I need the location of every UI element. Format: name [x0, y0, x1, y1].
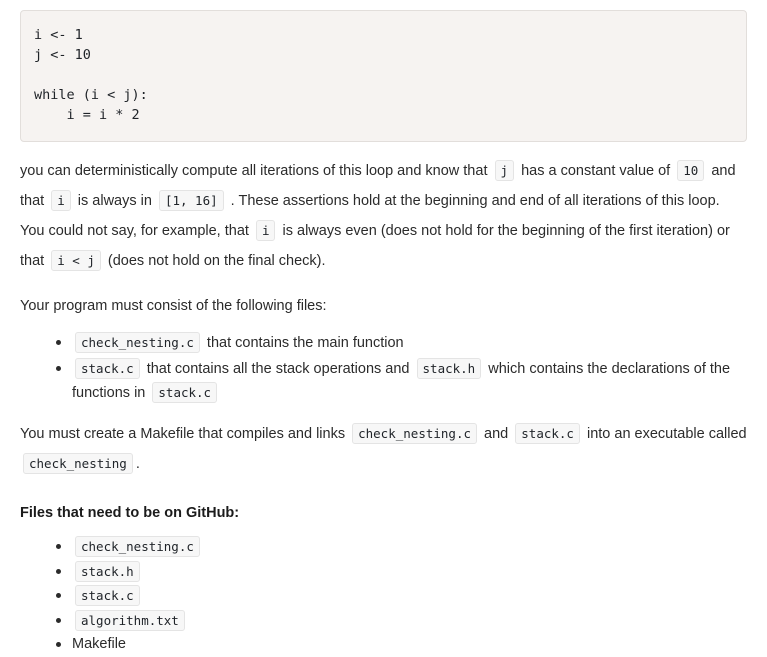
- list-item: stack.h: [56, 560, 747, 585]
- inline-code-i-2: i: [255, 220, 276, 241]
- document-body: i <- 1 j <- 10 while (i < j): i = i * 2 …: [0, 10, 767, 657]
- inline-code-i: i: [51, 190, 71, 211]
- inline-code-check-nesting: check_nesting: [23, 453, 133, 474]
- github-files-list: check_nesting.c stack.h stack.c algorith…: [20, 535, 747, 657]
- code-block-pseudocode: i <- 1 j <- 10 while (i < j): i = i * 2: [20, 10, 747, 142]
- github-files-heading: Files that need to be on GitHub:: [20, 505, 240, 521]
- inline-code-check-nesting-c: check_nesting.c: [75, 332, 200, 353]
- inline-code-file-2: stack.c: [75, 585, 140, 606]
- list-item: check_nesting.c: [56, 535, 747, 560]
- paragraph-text-segment: into an executable called: [586, 426, 747, 442]
- inline-code-file-3: algorithm.txt: [75, 609, 185, 631]
- inline-code-i-lt-j: i < j: [51, 250, 101, 271]
- paragraph-text-segment: You must create a Makefile that compiles…: [20, 426, 346, 442]
- paragraph-intro-files: Your program must consist of the followi…: [20, 298, 327, 314]
- paragraph-text-segment: you can deterministically compute all it…: [20, 163, 488, 179]
- inline-code-stack-c-3: stack.c: [515, 423, 580, 444]
- paragraph-text-segment: .: [135, 456, 140, 472]
- list-item: Makefile: [56, 633, 747, 657]
- inline-code-stack-h: stack.h: [416, 358, 482, 379]
- inline-code-range: [1, 16]: [158, 190, 224, 211]
- inline-code-j: j: [494, 160, 515, 181]
- code-block-content: i <- 1 j <- 10 while (i < j): i = i * 2: [34, 27, 148, 123]
- list-item: check_nesting.c that contains the main f…: [56, 331, 747, 355]
- list-item-label: that contains all the stack operations a…: [146, 361, 410, 377]
- paragraph-loop-assertions: you can deterministically compute all it…: [20, 156, 747, 276]
- inline-code-file-0: check_nesting.c: [75, 536, 200, 557]
- inline-code-stack-c-2: stack.c: [152, 382, 218, 403]
- list-item: stack.c: [56, 584, 747, 609]
- required-files-list: check_nesting.c that contains the main f…: [20, 331, 747, 405]
- list-item: stack.c that contains all the stack oper…: [56, 357, 747, 405]
- list-item-label-makefile: Makefile: [72, 636, 126, 652]
- inline-code-check-nesting-c-2: check_nesting.c: [352, 423, 477, 444]
- inline-code-10: 10: [677, 160, 705, 181]
- inline-code-stack-c: stack.c: [75, 358, 140, 379]
- paragraph-text-segment: is always in: [77, 193, 152, 209]
- list-item-label: that contains the main function: [206, 335, 404, 351]
- paragraph-text-segment: and: [484, 426, 509, 442]
- paragraph-text-segment: has a constant value of: [521, 163, 671, 179]
- list-item: algorithm.txt: [56, 609, 747, 634]
- inline-code-file-1: stack.h: [75, 560, 140, 582]
- paragraph-text-segment: (does not hold on the final check).: [107, 253, 326, 269]
- paragraph-makefile: You must create a Makefile that compiles…: [20, 419, 747, 479]
